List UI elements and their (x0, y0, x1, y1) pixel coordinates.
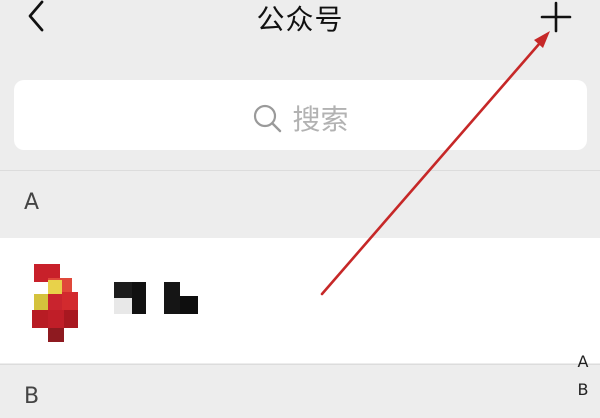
plus-icon[interactable] (536, 0, 576, 36)
section-header-a: A (0, 172, 600, 236)
nav-bar: 公众号 (0, 0, 600, 64)
search-icon (254, 104, 282, 133)
section-letter: A (24, 190, 40, 215)
section-header-b: B (0, 366, 600, 418)
alphabet-index: A B (570, 348, 596, 404)
account-name-redacted (114, 282, 198, 314)
search-placeholder: 搜索 (292, 103, 349, 136)
index-letter-b[interactable]: B (570, 376, 596, 404)
divider (0, 170, 600, 171)
index-letter-a[interactable]: A (570, 348, 596, 376)
avatar (32, 264, 78, 342)
search-inner: 搜索 (14, 98, 587, 138)
search-input[interactable]: 搜索 (14, 80, 587, 150)
section-letter: B (24, 384, 40, 409)
divider (0, 364, 600, 365)
list-item[interactable] (0, 238, 600, 363)
page-title: 公众号 (256, 3, 344, 36)
